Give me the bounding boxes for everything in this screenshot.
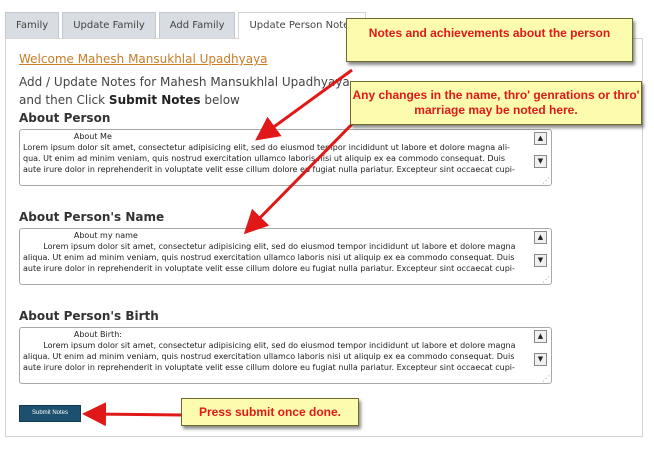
callout-notes-achievements: Notes and achievements about the person (346, 18, 633, 62)
annotation-arrows (82, 68, 362, 427)
callout-press-submit: Press submit once done. (181, 398, 359, 426)
callout-name-changes: Any changes in the name, thro' genration… (350, 81, 642, 125)
arrow-to-submit (82, 402, 184, 427)
arrow-to-about-person (255, 68, 353, 141)
